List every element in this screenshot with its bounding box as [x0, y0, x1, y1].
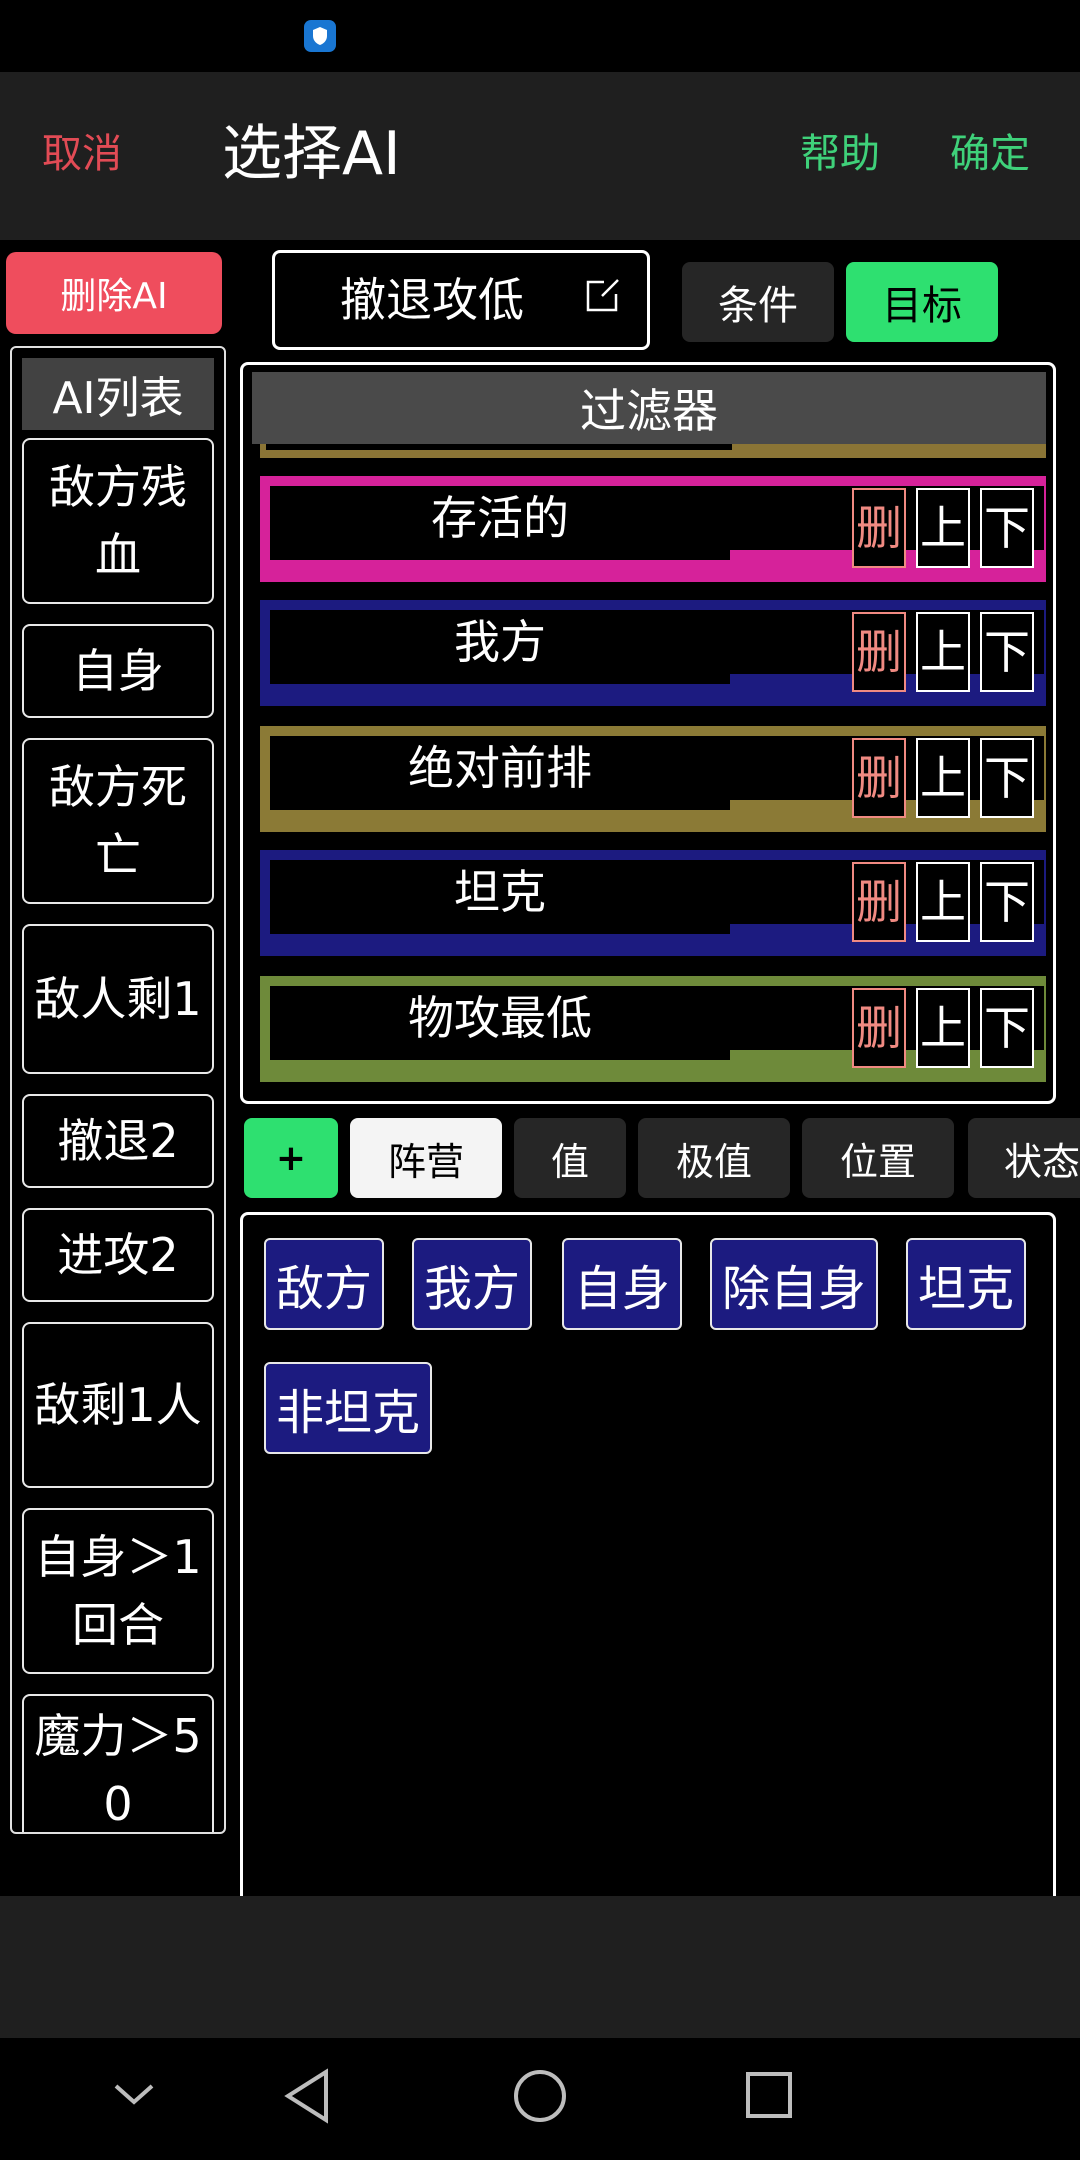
- filter-row-label: 坦克: [454, 865, 546, 919]
- shield-icon: [304, 20, 336, 52]
- page-title: 选择AI: [222, 119, 401, 189]
- move-down-button[interactable]: 下: [980, 612, 1034, 692]
- tab-condition[interactable]: 条件: [682, 262, 834, 342]
- category-camp-button[interactable]: 阵营: [350, 1118, 502, 1198]
- move-down-button[interactable]: 下: [980, 738, 1034, 818]
- move-down-button[interactable]: 下: [980, 488, 1034, 568]
- move-up-button[interactable]: 上: [916, 738, 970, 818]
- category-extreme-button[interactable]: 极值: [638, 1118, 790, 1198]
- filter-row-bg: [270, 1050, 730, 1060]
- ai-list-item[interactable]: 自身: [22, 624, 214, 718]
- category-status-button[interactable]: 状态: [968, 1118, 1080, 1198]
- navigation-bar: [0, 2038, 1080, 2160]
- ai-list-title: AI列表: [22, 358, 214, 430]
- filter-row-bg: [270, 550, 730, 560]
- ai-list-item[interactable]: 敌剩1人: [22, 1322, 214, 1488]
- filter-row-partial-inner: [266, 444, 732, 450]
- recent-apps-icon[interactable]: [744, 2070, 794, 2120]
- filter-row[interactable]: 坦克 删 上 下: [260, 850, 1046, 956]
- ai-list-item[interactable]: 撤退2: [22, 1094, 214, 1188]
- help-button[interactable]: 帮助: [800, 130, 880, 178]
- move-down-button[interactable]: 下: [980, 862, 1034, 942]
- option-button[interactable]: 我方: [412, 1238, 532, 1330]
- status-bar: [0, 0, 1080, 72]
- option-button[interactable]: 非坦克: [264, 1362, 432, 1454]
- filter-header: 过滤器: [252, 372, 1046, 444]
- ai-list-item[interactable]: 魔力＞50: [22, 1694, 214, 1832]
- home-icon[interactable]: [512, 2068, 568, 2124]
- move-up-button[interactable]: 上: [916, 862, 970, 942]
- move-down-button[interactable]: 下: [980, 988, 1034, 1068]
- filter-row[interactable]: 存活的 删 上 下: [260, 476, 1046, 582]
- ai-list-item[interactable]: 敌方死亡: [22, 738, 214, 904]
- filter-row[interactable]: 我方 删 上 下: [260, 600, 1046, 706]
- ai-list-item[interactable]: 自身＞1回合: [22, 1508, 214, 1674]
- delete-filter-button[interactable]: 删: [852, 862, 906, 942]
- filter-row-label: 物攻最低: [408, 991, 592, 1045]
- cancel-button[interactable]: 取消: [42, 130, 122, 178]
- filter-row-label: 绝对前排: [408, 741, 592, 795]
- filter-row-label: 存活的: [431, 491, 569, 545]
- back-icon[interactable]: [282, 2068, 332, 2124]
- tab-target[interactable]: 目标: [846, 262, 998, 342]
- delete-filter-button[interactable]: 删: [852, 738, 906, 818]
- delete-ai-button[interactable]: 删除AI: [6, 252, 222, 334]
- chevron-down-icon[interactable]: [112, 2080, 156, 2110]
- filter-row-bg: [270, 924, 730, 934]
- delete-filter-button[interactable]: 删: [852, 612, 906, 692]
- ai-name-text: 撤退攻低: [340, 273, 524, 327]
- move-up-button[interactable]: 上: [916, 612, 970, 692]
- ai-list-item[interactable]: 敌人剩1: [22, 924, 214, 1074]
- filter-row[interactable]: 绝对前排 删 上 下: [260, 726, 1046, 832]
- category-position-button[interactable]: 位置: [802, 1118, 954, 1198]
- filter-row-bg: [270, 800, 730, 810]
- ai-list-item[interactable]: 进攻2: [22, 1208, 214, 1302]
- bottom-area: [0, 1896, 1080, 2038]
- delete-filter-button[interactable]: 删: [852, 488, 906, 568]
- filter-row-label: 我方: [454, 615, 546, 669]
- option-button[interactable]: 除自身: [710, 1238, 878, 1330]
- option-button[interactable]: 自身: [562, 1238, 682, 1330]
- filter-row[interactable]: 物攻最低 删 上 下: [260, 976, 1046, 1082]
- category-value-button[interactable]: 值: [514, 1118, 626, 1198]
- delete-filter-button[interactable]: 删: [852, 988, 906, 1068]
- edit-icon[interactable]: [582, 276, 622, 320]
- option-button[interactable]: 敌方: [264, 1238, 384, 1330]
- option-button[interactable]: 坦克: [906, 1238, 1026, 1330]
- add-filter-button[interactable]: +: [244, 1118, 338, 1198]
- header-bar: [0, 72, 1080, 240]
- filter-row-bg: [270, 674, 730, 684]
- move-up-button[interactable]: 上: [916, 988, 970, 1068]
- confirm-button[interactable]: 确定: [950, 130, 1030, 178]
- move-up-button[interactable]: 上: [916, 488, 970, 568]
- ai-list-item[interactable]: 敌方残血: [22, 438, 214, 604]
